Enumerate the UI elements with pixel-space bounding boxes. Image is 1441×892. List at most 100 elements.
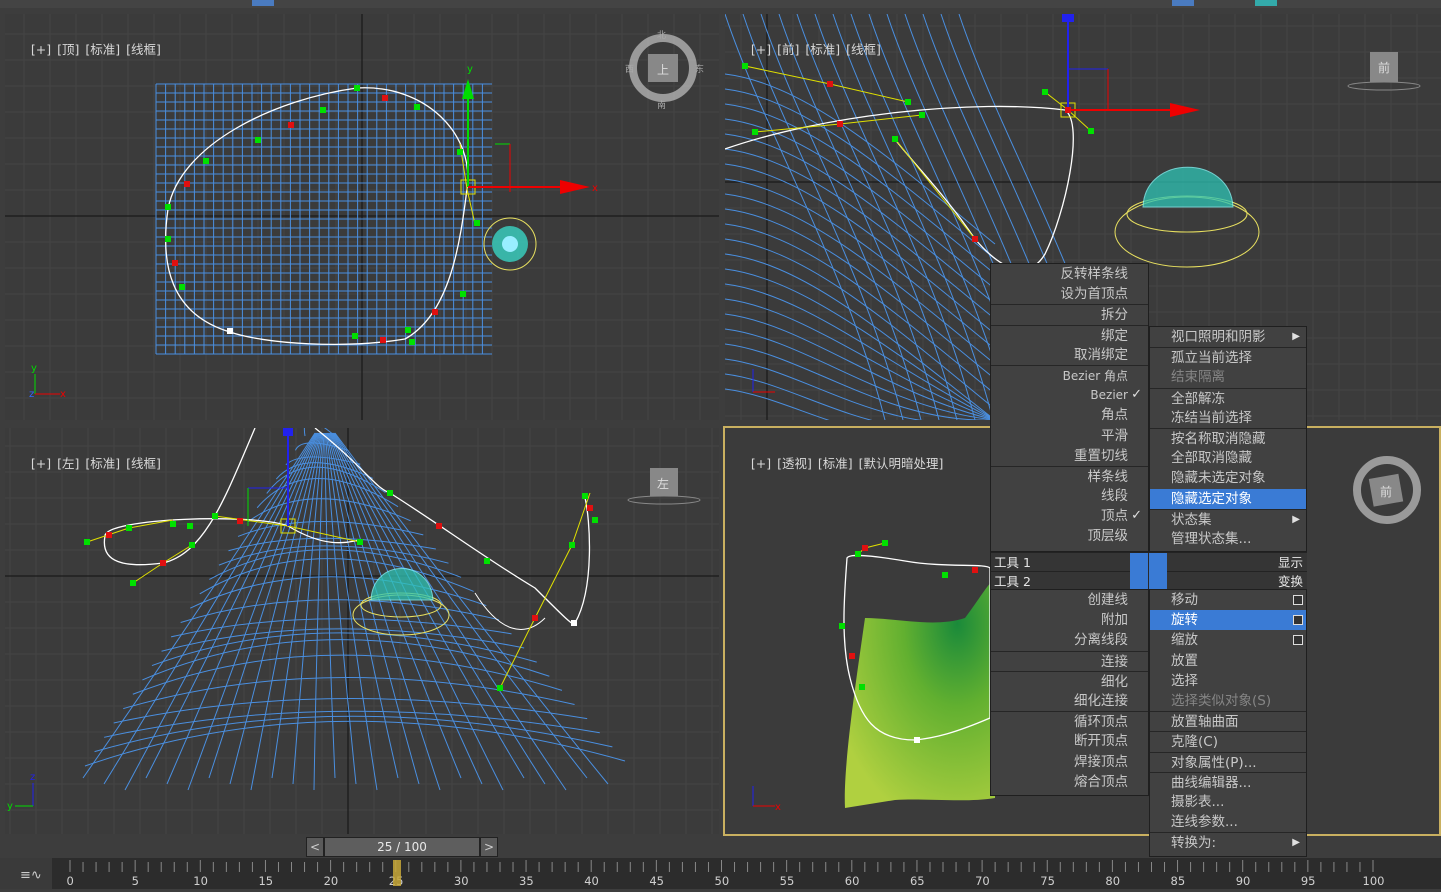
menu-item-label: 连接 bbox=[1101, 653, 1128, 670]
menu-item-label: Bezier bbox=[1090, 388, 1128, 403]
time-indicator[interactable] bbox=[393, 860, 401, 886]
menu-item[interactable]: 对象属性(P)... bbox=[1150, 751, 1306, 772]
menu-item-label: 样条线 bbox=[1087, 468, 1129, 485]
svg-text:上: 上 bbox=[657, 63, 669, 77]
viewport-point-of-view[interactable]: [左] bbox=[57, 456, 79, 471]
track-bar[interactable]: ≡∿ 0510152025303540455055606570758085909… bbox=[0, 858, 1441, 889]
menu-item[interactable]: 结束隔离 bbox=[1150, 367, 1306, 387]
viewport-top[interactable]: [+] [顶] [标准] [线框] x y 上 北 南 东 西 y z x bbox=[5, 14, 719, 420]
menu-item-label: 按名称取消隐藏 bbox=[1171, 430, 1266, 447]
menu-item-label: 细化 bbox=[1101, 673, 1128, 690]
menu-item[interactable]: 状态集 ▶ bbox=[1150, 508, 1306, 529]
menu-item-label: 选择类似对象(S) bbox=[1171, 692, 1272, 709]
menu-item[interactable]: 摄影表... bbox=[1150, 792, 1306, 812]
menu-item[interactable]: 放置 bbox=[1150, 651, 1306, 671]
menu-item[interactable]: 视口照明和阴影 ▶ bbox=[1150, 327, 1306, 347]
menu-item[interactable]: 创建线 bbox=[991, 590, 1148, 610]
menu-item[interactable]: 移动 bbox=[1150, 590, 1306, 610]
menu-item[interactable]: 放置轴曲面 bbox=[1150, 711, 1306, 731]
menu-item[interactable]: 取消绑定 bbox=[991, 345, 1148, 365]
track-tick-label: 45 bbox=[649, 874, 664, 888]
viewport-render-mode[interactable]: [线框] bbox=[126, 42, 161, 57]
menu-item[interactable]: 全部解冻 bbox=[1150, 387, 1306, 408]
menu-item[interactable]: 旋转 bbox=[1150, 610, 1306, 631]
menu-item[interactable]: 管理状态集... bbox=[1150, 529, 1306, 549]
menu-item[interactable]: 隐藏选定对象 bbox=[1150, 488, 1306, 509]
menu-item[interactable]: 选择类似对象(S) bbox=[1150, 691, 1306, 711]
menu-item-label: Bezier 角点 bbox=[1062, 368, 1128, 383]
menu-item-label: 选择 bbox=[1171, 672, 1198, 689]
menu-item-label: 熔合顶点 bbox=[1074, 773, 1128, 790]
viewport-point-of-view[interactable]: [透视] bbox=[777, 456, 812, 471]
menu-item[interactable]: 反转样条线 bbox=[991, 264, 1148, 284]
menu-item[interactable]: 按名称取消隐藏 bbox=[1150, 427, 1306, 448]
settings-box-icon[interactable] bbox=[1293, 595, 1303, 605]
menu-item[interactable]: 顶层级 bbox=[991, 526, 1148, 546]
svg-text:前: 前 bbox=[1378, 60, 1390, 75]
menu-item[interactable]: 线段 bbox=[991, 486, 1148, 506]
toolbar-button[interactable] bbox=[1255, 0, 1277, 6]
menu-item[interactable]: 选择 bbox=[1150, 671, 1306, 691]
viewport-left[interactable]: [+] [左] [标准] [线框] 左 z y bbox=[5, 428, 719, 834]
menu-item[interactable]: 样条线 bbox=[991, 465, 1148, 486]
menu-item[interactable]: 附加 bbox=[991, 610, 1148, 630]
menu-item[interactable]: 隐藏未选定对象 bbox=[1150, 468, 1306, 488]
menu-item[interactable]: 断开顶点 bbox=[991, 731, 1148, 751]
menu-item[interactable]: 重置切线 bbox=[991, 446, 1148, 466]
menu-item-label: 绑定 bbox=[1101, 327, 1128, 344]
track-tick-label: 35 bbox=[519, 874, 534, 888]
submenu-arrow-icon: ▶ bbox=[1292, 513, 1300, 525]
menu-item[interactable]: 绑定 bbox=[991, 324, 1148, 345]
settings-box-icon[interactable] bbox=[1293, 615, 1303, 626]
viewport-point-of-view[interactable]: [前] bbox=[777, 42, 799, 57]
svg-text:西: 西 bbox=[625, 64, 634, 75]
menu-item-label: 结束隔离 bbox=[1171, 369, 1225, 386]
viewport-plus-menu[interactable]: [+] bbox=[751, 456, 771, 471]
time-slider-prev-button[interactable]: < bbox=[306, 837, 324, 857]
viewport-render-mode[interactable]: [线框] bbox=[126, 456, 161, 471]
menu-item[interactable]: 细化 bbox=[991, 670, 1148, 691]
menu-item[interactable]: 顶点 ✓ bbox=[991, 506, 1148, 526]
menu-item[interactable]: 拆分 bbox=[991, 304, 1148, 324]
menu-item[interactable]: Bezier 角点 bbox=[991, 364, 1148, 385]
menu-item-label: 移动 bbox=[1171, 592, 1198, 608]
menu-item[interactable]: 分离线段 bbox=[991, 630, 1148, 650]
menu-item[interactable]: 曲线编辑器... bbox=[1150, 771, 1306, 792]
viewport-render-mode[interactable]: [线框] bbox=[846, 42, 881, 57]
viewport-shading-standard[interactable]: [标准] bbox=[85, 456, 120, 471]
menu-item[interactable]: 细化连接 bbox=[991, 691, 1148, 711]
select-tool-button[interactable] bbox=[252, 0, 274, 6]
menu-item-label: 旋转 bbox=[1171, 612, 1198, 629]
viewport-render-mode[interactable]: [默认明暗处理] bbox=[859, 456, 944, 471]
viewport-point-of-view[interactable]: [顶] bbox=[57, 42, 79, 57]
viewport-shading-standard[interactable]: [标准] bbox=[818, 456, 853, 471]
menu-item[interactable]: 缩放 bbox=[1150, 630, 1306, 650]
menu-item[interactable]: 连接 bbox=[991, 650, 1148, 671]
viewport-plus-menu[interactable]: [+] bbox=[751, 42, 771, 57]
menu-item[interactable]: 角点 bbox=[991, 405, 1148, 425]
menu-item[interactable]: 平滑 bbox=[991, 426, 1148, 446]
toolbar-button[interactable] bbox=[1172, 0, 1194, 6]
track-tick-label: 80 bbox=[1105, 874, 1121, 888]
menu-item[interactable]: 转换为: ▶ bbox=[1150, 832, 1306, 852]
viewport-shading-standard[interactable]: [标准] bbox=[85, 42, 120, 57]
menu-item[interactable]: 孤立当前选择 bbox=[1150, 347, 1306, 367]
track-tick-label: 85 bbox=[1170, 874, 1186, 888]
viewport-shading-standard[interactable]: [标准] bbox=[805, 42, 840, 57]
menu-item[interactable]: 循环顶点 bbox=[991, 711, 1148, 731]
viewport-plus-menu[interactable]: [+] bbox=[31, 456, 51, 471]
menu-item[interactable]: 焊接顶点 bbox=[991, 752, 1148, 772]
time-slider-thumb[interactable]: 25 / 100 bbox=[324, 837, 480, 857]
menu-item[interactable]: 冻结当前选择 bbox=[1150, 408, 1306, 428]
submenu-arrow-icon: ▶ bbox=[1292, 331, 1300, 342]
viewport-plus-menu[interactable]: [+] bbox=[31, 42, 51, 57]
menu-item[interactable]: 设为首顶点 bbox=[991, 284, 1148, 304]
menu-item[interactable]: 全部取消隐藏 bbox=[1150, 448, 1306, 468]
track-tick-label: 55 bbox=[779, 874, 795, 888]
menu-item[interactable]: 熔合顶点 bbox=[991, 772, 1148, 792]
menu-item[interactable]: 克隆(C) bbox=[1150, 731, 1306, 751]
time-slider-next-button[interactable]: > bbox=[480, 837, 498, 857]
menu-item[interactable]: Bezier ✓ bbox=[991, 385, 1148, 405]
settings-box-icon[interactable] bbox=[1293, 635, 1303, 646]
menu-item[interactable]: 连线参数... bbox=[1150, 812, 1306, 832]
